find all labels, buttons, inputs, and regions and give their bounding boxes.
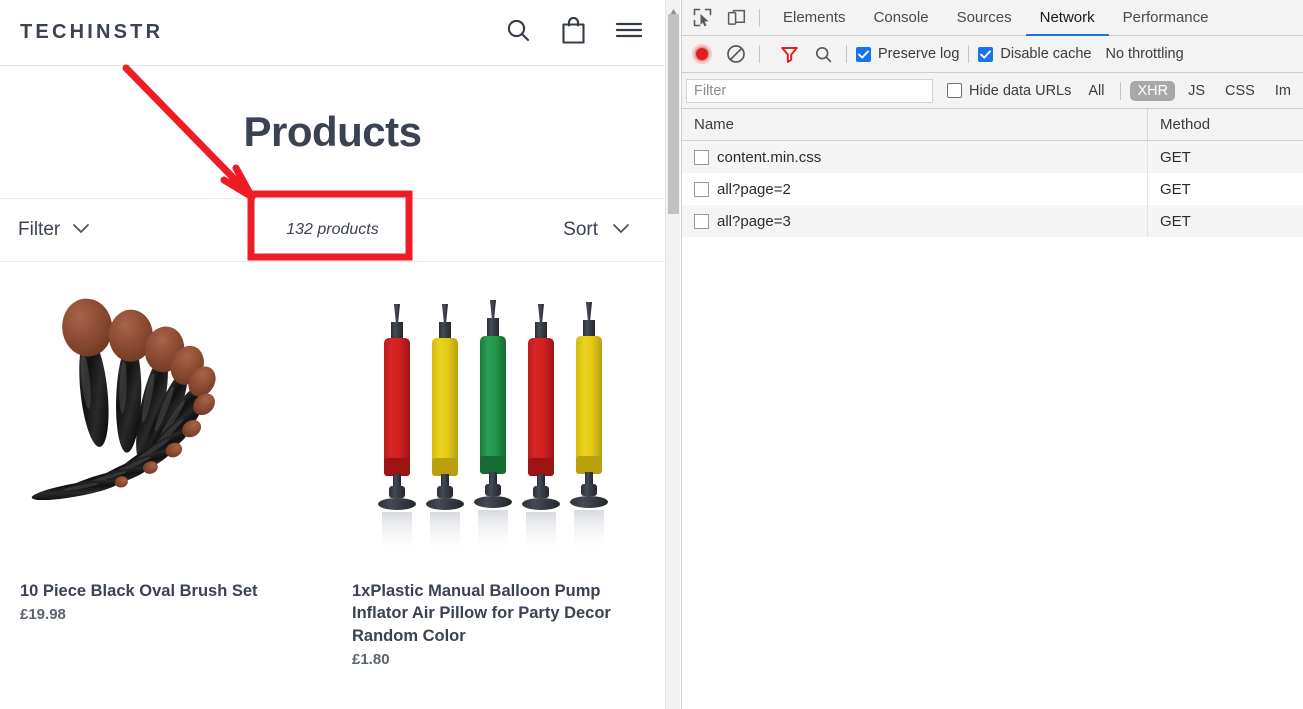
sort-label: Sort [563,219,598,240]
hamburger-menu-icon[interactable] [615,20,643,45]
tab-console-wrap: Console [860,0,943,36]
request-method: GET [1147,205,1303,237]
filter-input[interactable]: Filter [686,78,933,103]
shopping-bag-icon[interactable] [560,16,587,50]
row-checkbox[interactable] [694,181,709,197]
search-icon[interactable] [504,16,532,49]
toolbar-divider [759,8,760,27]
preserve-log-toggle[interactable]: Preserve log [856,46,959,62]
request-name: all?page=2 [717,180,791,198]
device-toolbar-icon[interactable] [722,4,750,32]
type-filter-all[interactable]: All [1081,81,1111,101]
page-title: Products [243,108,422,155]
request-name-cell[interactable]: all?page=3 [682,213,1147,230]
toolbar-divider [759,45,760,63]
devtools-panel: Elements Console Sources Network Perform… [681,0,1303,709]
page-scrollbar[interactable] [665,0,680,709]
product-card[interactable]: 10 Piece Black Oval Brush Set £19.98 [0,280,332,668]
site-header: TECHINSTR [0,0,665,66]
tab-elements[interactable]: Elements [769,0,860,36]
row-checkbox[interactable] [694,149,709,165]
header-icon-group [504,0,643,65]
toolbar-divider [968,45,970,63]
record-button[interactable] [688,40,716,68]
request-name: content.min.css [717,148,822,166]
toolbar-divider [846,45,847,63]
disable-cache-label: Disable cache [1000,46,1092,62]
type-filter-img[interactable]: Im [1268,81,1298,101]
search-icon[interactable] [809,40,837,68]
preserve-log-checkbox[interactable] [856,46,871,62]
table-row[interactable]: all?page=3 GET [682,205,1303,237]
storefront-page: TECHINSTR Products Filter 132 products S… [0,0,665,709]
chevron-down-icon [612,221,630,239]
request-name-cell[interactable]: all?page=2 [682,181,1147,198]
tab-sources-wrap: Sources [943,0,1026,36]
table-row[interactable]: all?page=2 GET [682,173,1303,205]
request-name-cell[interactable]: content.min.css [682,149,1147,166]
disable-cache-checkbox[interactable] [978,46,994,62]
product-image-balloon-pumps[interactable] [352,280,644,572]
inspect-element-icon[interactable] [688,4,716,32]
tab-performance-wrap: Performance [1109,0,1223,36]
request-method: GET [1147,173,1303,205]
sort-control[interactable]: Sort [563,219,630,241]
product-price: £19.98 [20,606,66,624]
request-method: GET [1147,141,1303,173]
scrollbar-thumb[interactable] [668,14,679,214]
table-row[interactable]: content.min.css GET [682,141,1303,173]
hide-data-urls-label: Hide data URLs [969,82,1072,99]
row-checkbox[interactable] [694,213,709,229]
hide-data-urls-checkbox[interactable] [947,83,962,98]
preserve-log-label: Preserve log [878,46,960,62]
tab-network[interactable]: Network [1026,0,1109,36]
type-filter-css[interactable]: CSS [1218,81,1262,101]
network-filter-bar: Filter Hide data URLs All XHR JS CSS Im [682,73,1303,109]
page-title-wrap: Products [0,66,665,198]
devtools-tabbar: Elements Console Sources Network Perform… [682,0,1303,36]
network-requests-table: Name Method content.min.css GET all?page… [682,108,1303,709]
type-filter-js[interactable]: JS [1181,81,1212,101]
tab-console[interactable]: Console [860,0,943,36]
table-empty-area [682,237,1303,709]
hide-data-urls-toggle[interactable]: Hide data URLs [947,83,1071,99]
throttling-select[interactable]: No throttling [1105,46,1183,62]
tab-sources[interactable]: Sources [943,0,1026,36]
product-image-oval-brush-set[interactable] [20,280,312,572]
tab-elements-wrap: Elements [769,0,860,36]
column-header-method[interactable]: Method [1147,108,1303,141]
screenshot-root: TECHINSTR Products Filter 132 products S… [0,0,1303,709]
request-name: all?page=3 [717,212,791,230]
site-logo[interactable]: TECHINSTR [20,21,163,44]
toolbar-divider [1120,81,1122,100]
table-header-row: Name Method [682,108,1303,141]
product-price: £1.80 [352,650,390,668]
collection-toolbar: Filter 132 products Sort [0,198,665,262]
scroll-up-arrow-icon[interactable] [669,3,678,15]
product-title[interactable]: 1xPlastic Manual Balloon Pump Inflator A… [352,580,644,647]
column-header-name[interactable]: Name [682,116,1147,133]
product-card[interactable]: 1xPlastic Manual Balloon Pump Inflator A… [332,280,664,668]
tab-performance[interactable]: Performance [1109,0,1223,36]
product-title[interactable]: 10 Piece Black Oval Brush Set [20,580,312,602]
product-grid: 10 Piece Black Oval Brush Set £19.98 1xP… [0,262,665,668]
network-toolbar: Preserve log Disable cache No throttling [682,36,1303,73]
filter-funnel-icon[interactable] [775,40,803,68]
tab-network-wrap: Network [1026,0,1109,36]
disable-cache-toggle[interactable]: Disable cache [978,46,1091,62]
clear-button[interactable] [722,40,750,68]
type-filter-xhr[interactable]: XHR [1130,80,1176,101]
